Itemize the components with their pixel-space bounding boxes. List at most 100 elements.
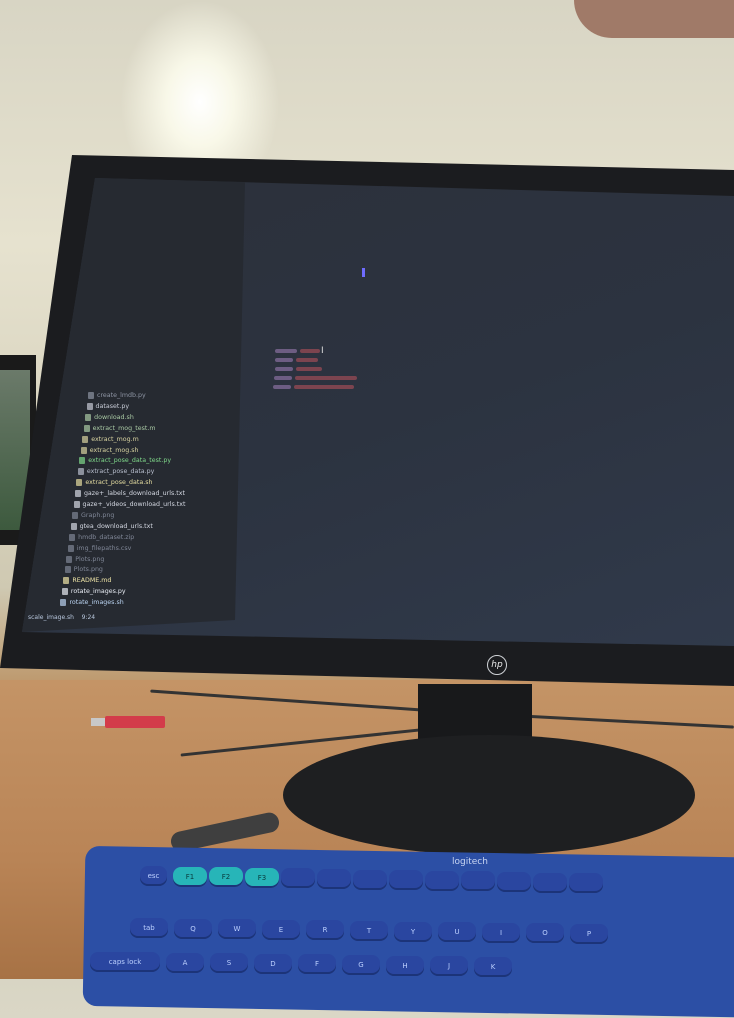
keyboard-key: T — [350, 921, 388, 941]
file-icon — [86, 402, 93, 410]
file-icon — [79, 457, 86, 465]
keyboard-key: caps lock — [90, 952, 160, 972]
keyboard-key: Q — [174, 918, 212, 939]
file-tree-item[interactable]: hmdb_dataset.zip — [69, 533, 135, 541]
keyboard-key: G — [342, 955, 380, 975]
file-name: gaze+_videos_download_urls.txt — [82, 501, 186, 508]
keyboard-key: A — [166, 952, 204, 973]
file-icon — [80, 446, 87, 454]
code-line — [275, 367, 293, 371]
keyboard-key: I — [482, 922, 520, 943]
file-icon — [74, 490, 81, 498]
file-name: extract_mog.sh — [89, 446, 139, 454]
usb-cable — [91, 716, 165, 728]
keyboard-key: Y — [394, 921, 432, 942]
keyboard-key: K — [474, 956, 512, 977]
file-tree-item[interactable]: Graph.png — [72, 511, 115, 519]
keyboard-key — [497, 872, 531, 892]
file-icon — [61, 588, 68, 596]
keyboard-key — [353, 869, 387, 890]
keyboard-key: S — [210, 953, 248, 974]
file-name: README.md — [72, 577, 112, 585]
file-name: gaze+_labels_download_urls.txt — [83, 490, 185, 498]
file-tree-item[interactable]: rotate_images.sh — [60, 599, 124, 607]
keyboard-key: F2 — [209, 867, 243, 888]
file-name: hmdb_dataset.zip — [78, 533, 135, 541]
file-icon — [72, 511, 79, 519]
file-name: extract_pose_data.sh — [85, 479, 153, 487]
file-name: Plots.png — [75, 555, 105, 563]
code-line — [274, 376, 292, 380]
file-name: extract_mog_test.m — [92, 424, 156, 432]
keyboard-key: H — [386, 955, 424, 976]
code-line — [296, 358, 318, 362]
status-bar: scale_image.sh 9:24 — [28, 614, 95, 621]
file-name: dataset.py — [95, 402, 130, 410]
keyboard-key: W — [218, 919, 256, 940]
hp-logo: hp — [487, 655, 507, 675]
file-name: create_lmdb.py — [97, 392, 146, 399]
file-icon — [69, 533, 76, 541]
hand — [574, 0, 734, 38]
file-icon — [76, 479, 83, 487]
keyboard-key: tab — [130, 918, 168, 938]
file-name: rotate_images.sh — [69, 599, 124, 607]
keyboard-key: esc — [140, 866, 167, 886]
keyboard-key — [389, 870, 423, 891]
file-tree-item[interactable]: gaze+_videos_download_urls.txt — [73, 501, 186, 508]
keyboard-key — [317, 869, 351, 889]
file-tree-item[interactable]: extract_mog_test.m — [83, 424, 156, 432]
file-tree-item[interactable]: extract_mog.sh — [80, 446, 139, 454]
file-icon — [70, 522, 77, 530]
keyboard-key: D — [254, 953, 292, 974]
file-tree-item[interactable]: Plots.png — [66, 555, 105, 563]
status-file: scale_image.sh — [28, 614, 74, 621]
keyboard-key: F — [298, 954, 336, 975]
keyboard-key — [569, 873, 603, 894]
keyboard-key: J — [430, 956, 468, 977]
file-icon — [83, 424, 90, 432]
file-tree-item[interactable]: extract_pose_data_test.py — [79, 457, 172, 465]
file-tree-item[interactable]: dataset.py — [86, 402, 130, 410]
file-tree-item[interactable]: extract_pose_data.sh — [76, 479, 153, 487]
file-icon — [88, 392, 94, 399]
keyboard-key: R — [306, 920, 344, 941]
file-name: Plots.png — [73, 566, 103, 574]
file-tree-item[interactable]: download.sh — [85, 413, 134, 421]
file-tree-item[interactable]: gtea_download_urls.txt — [70, 522, 153, 530]
mouse-ibeam-cursor: I — [321, 346, 324, 356]
file-tree-item[interactable]: gaze+_labels_download_urls.txt — [74, 490, 185, 498]
keyboard-key: F1 — [173, 866, 207, 887]
keyboard-key: U — [438, 922, 476, 943]
file-name: Graph.png — [81, 511, 115, 519]
file-icon — [77, 468, 84, 476]
file-icon — [63, 577, 70, 585]
file-tree-item[interactable]: Plots.png — [64, 566, 103, 574]
file-name: extract_mog.m — [91, 435, 139, 443]
file-tree-item[interactable]: README.md — [63, 577, 112, 585]
code-line — [273, 385, 291, 389]
code-line — [275, 349, 297, 353]
file-icon — [67, 544, 74, 552]
file-name: extract_pose_data.py — [86, 468, 155, 476]
file-tree-item[interactable]: extract_mog.m — [82, 435, 139, 443]
code-line — [295, 376, 357, 380]
keyboard-key — [461, 871, 495, 892]
monitor-stand-base — [283, 735, 695, 855]
ceiling-light-glare — [120, 0, 280, 170]
file-tree-item[interactable]: create_lmdb.py — [88, 392, 146, 399]
status-position: 9:24 — [81, 614, 96, 621]
keyboard-brand: logitech — [452, 857, 488, 867]
file-icon — [85, 413, 92, 421]
code-line — [275, 358, 293, 362]
keyboard-key: F3 — [245, 867, 279, 888]
keyboard-key: O — [526, 923, 564, 944]
code-line — [296, 367, 322, 371]
file-name: extract_pose_data_test.py — [88, 457, 172, 465]
keyboard-key: E — [262, 919, 300, 940]
file-icon — [66, 555, 73, 563]
file-tree-item[interactable]: extract_pose_data.py — [77, 468, 155, 476]
keyboard-key — [425, 870, 459, 891]
file-tree-item[interactable]: rotate_images.py — [61, 588, 126, 596]
file-tree-item[interactable]: img_filepaths.csv — [67, 544, 131, 552]
